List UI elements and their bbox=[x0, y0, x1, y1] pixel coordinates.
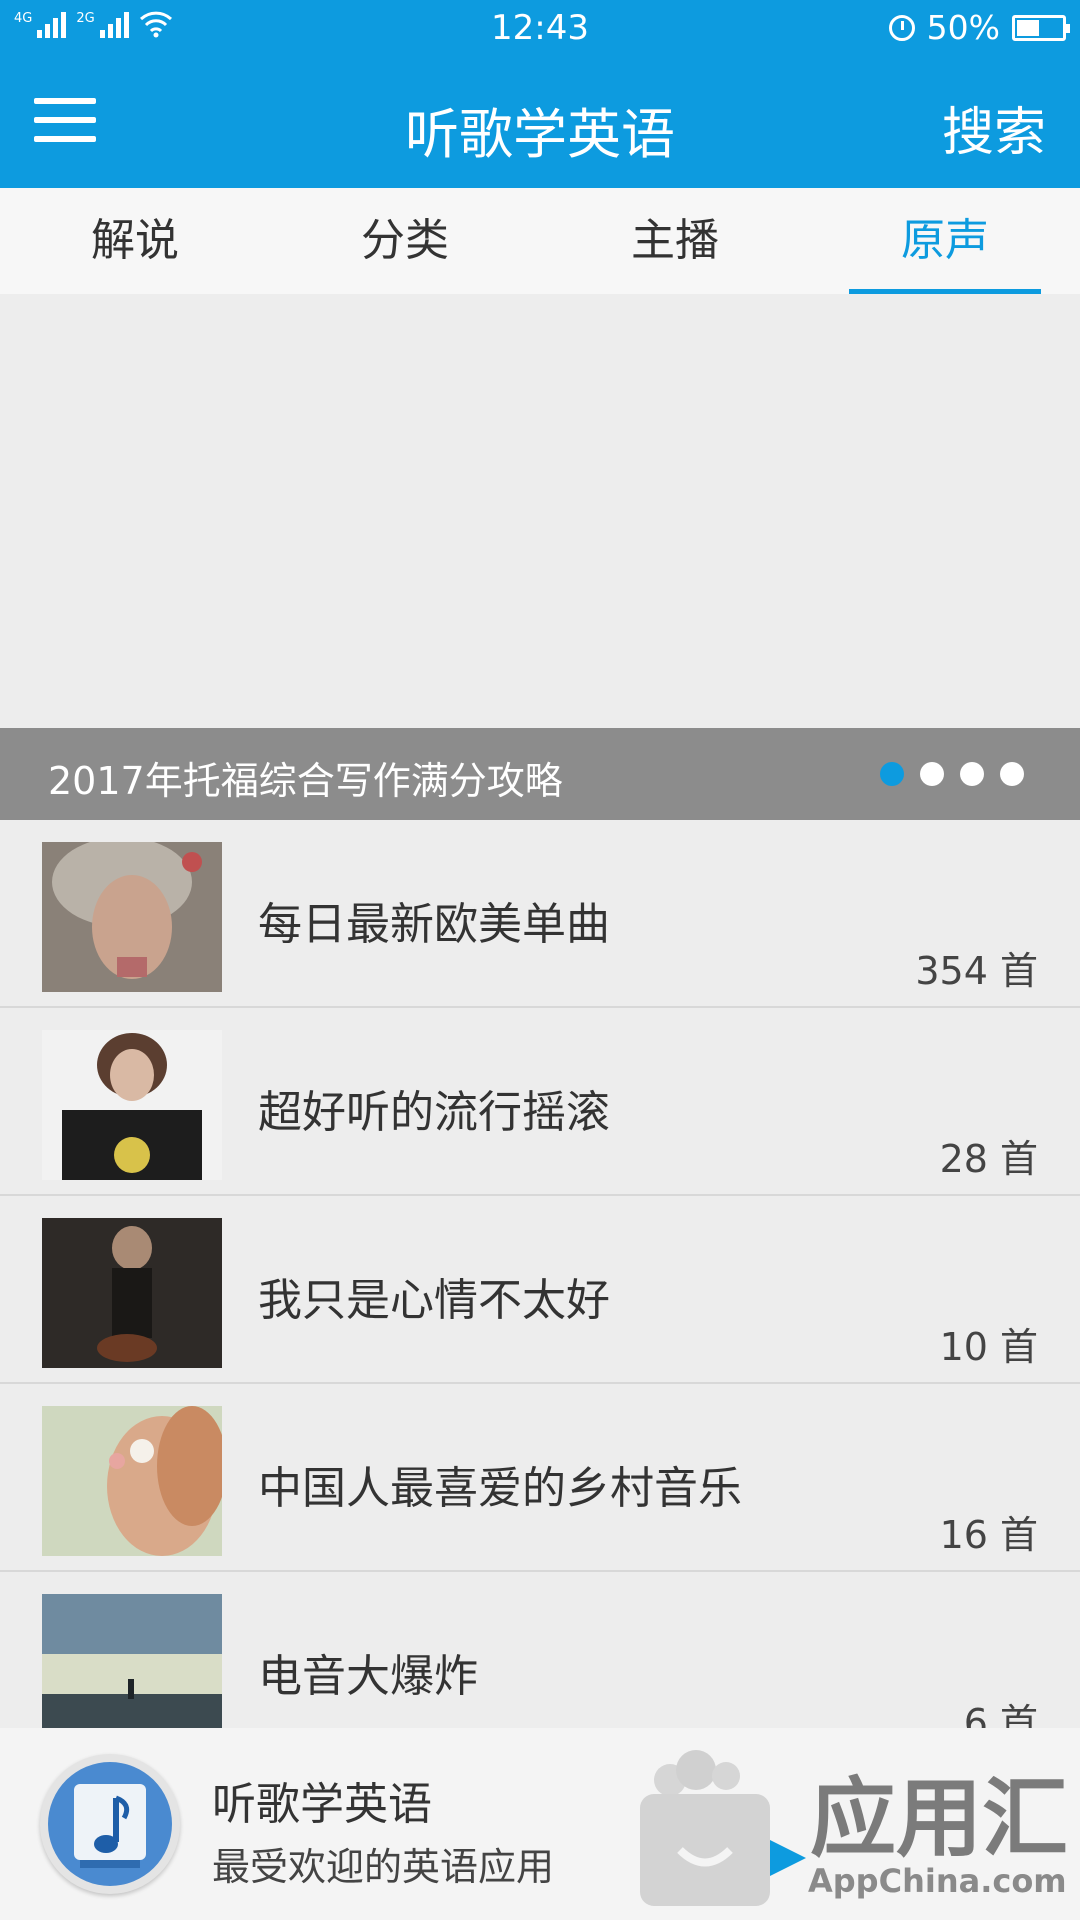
tab-commentary[interactable]: 解说 bbox=[0, 188, 270, 294]
playlist-cover-image bbox=[42, 1594, 222, 1728]
playlist-count: 16 首 bbox=[939, 1513, 1038, 1557]
status-bar: 4G 2G 12:43 50% bbox=[0, 0, 1080, 56]
playlist-count: 28 首 bbox=[939, 1137, 1038, 1181]
tab-label: 主播 bbox=[631, 215, 719, 266]
playlist-title: 中国人最喜爱的乡村音乐 bbox=[258, 1463, 742, 1514]
app-title: 听歌学英语 bbox=[405, 103, 675, 166]
battery-icon bbox=[1012, 14, 1070, 41]
tab-bar: 解说 分类 主播 原声 bbox=[0, 188, 1080, 294]
carousel-dots bbox=[880, 762, 1024, 786]
tab-label: 分类 bbox=[361, 215, 449, 266]
tab-category[interactable]: 分类 bbox=[270, 188, 540, 294]
promo-footer[interactable]: 听歌学英语 最受欢迎的英语应用 应用汇 AppChina.com bbox=[0, 1728, 1080, 1920]
playlist-row[interactable]: 电音大爆炸 6 首 bbox=[0, 1572, 1080, 1728]
shopping-bag-icon bbox=[640, 1750, 806, 1906]
app-logo-icon bbox=[40, 1754, 180, 1894]
carousel-dot[interactable] bbox=[1000, 762, 1024, 786]
battery-fill bbox=[1017, 19, 1039, 36]
promo-app-name: 听歌学英语 bbox=[212, 1779, 432, 1830]
playlist-title: 电音大爆炸 bbox=[258, 1651, 478, 1702]
playlist-row[interactable]: 每日最新欧美单曲 354 首 bbox=[0, 820, 1080, 1008]
tab-original[interactable]: 原声 bbox=[810, 188, 1080, 294]
playlist-count: 10 首 bbox=[939, 1325, 1038, 1369]
playlist-row[interactable]: 超好听的流行摇滚 28 首 bbox=[0, 1008, 1080, 1196]
playlist-title: 每日最新欧美单曲 bbox=[258, 899, 610, 950]
watermark-text: 应用汇 bbox=[810, 1769, 1068, 1869]
playlist-count: 6 首 bbox=[963, 1701, 1038, 1728]
tab-host[interactable]: 主播 bbox=[540, 188, 810, 294]
playlist-cover-image bbox=[42, 1218, 222, 1368]
carousel-dot[interactable] bbox=[920, 762, 944, 786]
appchina-watermark: 应用汇 AppChina.com bbox=[630, 1740, 1070, 1912]
playlist-list: 每日最新欧美单曲 354 首 超好听的流行摇滚 28 首 我只是心情不太好 10… bbox=[0, 820, 1080, 1728]
tab-label: 解说 bbox=[91, 215, 179, 266]
watermark-subtext: AppChina.com bbox=[808, 1862, 1067, 1900]
playlist-row[interactable]: 我只是心情不太好 10 首 bbox=[0, 1196, 1080, 1384]
playlist-title: 超好听的流行摇滚 bbox=[258, 1087, 610, 1138]
playlist-cover-image bbox=[42, 842, 222, 992]
music-note-icon bbox=[48, 1762, 172, 1886]
playlist-row[interactable]: 中国人最喜爱的乡村音乐 16 首 bbox=[0, 1384, 1080, 1572]
tab-label: 原声 bbox=[901, 215, 989, 266]
carousel-dot[interactable] bbox=[880, 762, 904, 786]
status-right: 50% bbox=[888, 8, 1070, 47]
alarm-icon bbox=[888, 14, 915, 41]
playlist-cover-image bbox=[42, 1030, 222, 1180]
carousel-dot[interactable] bbox=[960, 762, 984, 786]
banner-caption-bar: 2017年托福综合写作满分攻略 bbox=[0, 728, 1080, 820]
playlist-cover-image bbox=[42, 1406, 222, 1556]
app-bar: 听歌学英语 搜索 bbox=[0, 56, 1080, 188]
playlist-count: 354 首 bbox=[915, 949, 1038, 993]
search-button[interactable]: 搜索 bbox=[942, 90, 1046, 165]
playlist-title: 我只是心情不太好 bbox=[258, 1275, 610, 1326]
battery-percent: 50% bbox=[926, 8, 1000, 47]
promo-slogan: 最受欢迎的英语应用 bbox=[212, 1845, 555, 1889]
banner-caption: 2017年托福综合写作满分攻略 bbox=[48, 759, 563, 803]
banner-carousel[interactable]: 2017年托福综合写作满分攻略 bbox=[0, 294, 1080, 820]
